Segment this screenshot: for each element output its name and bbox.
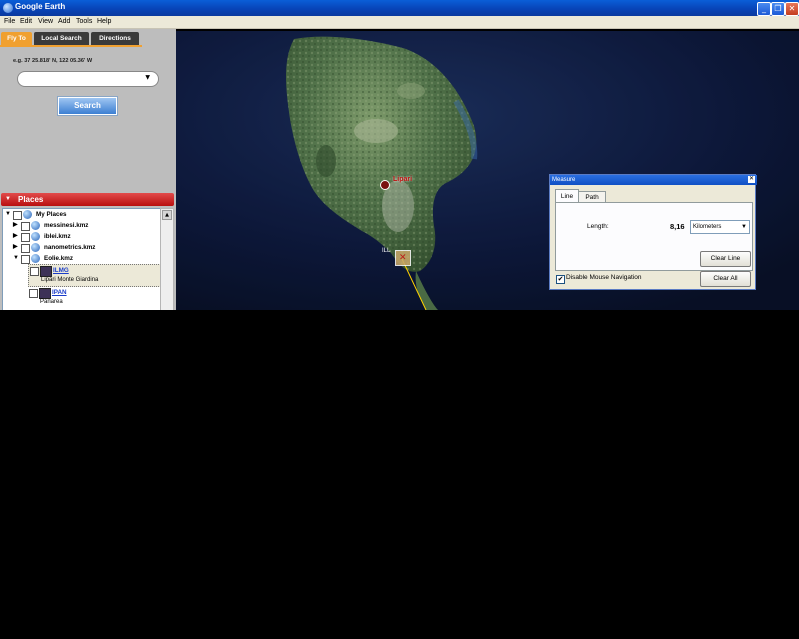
- search-button[interactable]: Search: [57, 96, 118, 116]
- places-header-label: Places: [18, 195, 44, 204]
- tree-item-link[interactable]: IPAN: [52, 287, 67, 298]
- expand-right-icon[interactable]: ▶: [13, 231, 18, 242]
- menu-help[interactable]: Help: [97, 18, 111, 25]
- places-header[interactable]: ▼ Places: [1, 193, 174, 206]
- tree-item-ipan[interactable]: IPAN Panarea: [28, 287, 161, 310]
- close-button[interactable]: ✕: [785, 2, 799, 16]
- checkbox[interactable]: [21, 244, 30, 253]
- kmz-globe-icon: [31, 232, 40, 241]
- tree-item-description: Lipari Monte Giardina: [41, 277, 99, 283]
- tree-item-label: messinesi.kmz: [44, 222, 89, 229]
- tree-item-messinesi[interactable]: ▶ messinesi.kmz: [3, 220, 159, 231]
- placemark-icon[interactable]: [380, 180, 390, 190]
- checkbox[interactable]: [30, 267, 39, 276]
- length-value: 8,16: [670, 222, 685, 231]
- tab-directions[interactable]: Directions: [91, 32, 139, 45]
- minimize-button[interactable]: _: [757, 2, 771, 16]
- tree-item-link[interactable]: ILMG: [53, 265, 69, 276]
- station-label: ILL: [382, 248, 391, 254]
- tab-line[interactable]: Line: [555, 189, 579, 203]
- unit-select-value: Kilometers: [693, 224, 722, 230]
- expand-right-icon[interactable]: ▶: [13, 220, 18, 231]
- disable-nav-label: Disable Mouse Navigation: [566, 274, 642, 281]
- menu-view[interactable]: View: [38, 18, 53, 25]
- place-label[interactable]: Lipari: [393, 176, 412, 183]
- expand-down-icon[interactable]: ▼: [5, 209, 11, 220]
- length-label: Length:: [587, 223, 609, 230]
- google-earth-icon: [3, 3, 13, 13]
- menu-add[interactable]: Add: [58, 18, 70, 25]
- maximize-button[interactable]: ❐: [771, 2, 785, 16]
- chevron-down-icon[interactable]: ▼: [741, 221, 747, 234]
- measure-title: Measure: [552, 177, 576, 183]
- places-tree: ▼ My Places ▶ messinesi.kmz ▶ iblei.kmz …: [2, 208, 162, 312]
- chevron-down-icon[interactable]: ▼: [145, 74, 150, 81]
- measure-dialog: Measure ✕ Line Path Length: 8,16 Kilomet…: [549, 174, 757, 290]
- unit-select[interactable]: Kilometers ▼: [690, 220, 750, 234]
- station-thumbnail-icon: [39, 288, 51, 299]
- folder-globe-icon: [23, 210, 32, 219]
- tree-item-iblei[interactable]: ▶ iblei.kmz: [3, 231, 159, 242]
- expand-down-icon[interactable]: ▼: [13, 253, 19, 264]
- left-panel: Fly To Local Search Directions e.g. 37 2…: [0, 29, 176, 312]
- tab-local-search[interactable]: Local Search: [34, 32, 89, 45]
- collapse-triangle-icon[interactable]: ▼: [5, 193, 11, 206]
- tree-item-nanometrics[interactable]: ▶ nanometrics.kmz: [3, 242, 159, 253]
- checkbox[interactable]: [21, 233, 30, 242]
- menu-file[interactable]: File: [4, 18, 15, 25]
- tree-item-description: Panarea: [40, 299, 63, 305]
- station-marker-icon[interactable]: ✕: [395, 250, 411, 266]
- kmz-globe-icon: [31, 254, 40, 263]
- tree-item-label: iblei.kmz: [44, 233, 71, 240]
- checkbox[interactable]: [21, 255, 30, 264]
- scroll-up-icon[interactable]: ▲: [162, 210, 172, 220]
- tree-item-label: nanometrics.kmz: [44, 244, 96, 251]
- tree-item-eolie[interactable]: ▼ Eolie.kmz: [3, 253, 159, 264]
- tree-item-label: Eolie.kmz: [44, 255, 74, 262]
- clear-line-button[interactable]: Clear Line: [700, 251, 751, 267]
- search-hint: e.g. 37 25.818' N, 122 05.36' W: [13, 58, 93, 64]
- disable-nav-checkbox[interactable]: ✔: [556, 275, 565, 284]
- measure-panel: Length: 8,16 Kilometers ▼ Clear Line: [555, 202, 753, 271]
- tab-fly-to[interactable]: Fly To: [1, 32, 32, 45]
- menu-tools[interactable]: Tools: [76, 18, 92, 25]
- menu-bar: File Edit View Add Tools Help: [0, 16, 799, 29]
- empty-area: [0, 310, 799, 639]
- tree-item-my-places[interactable]: ▼ My Places: [3, 209, 159, 220]
- menu-edit[interactable]: Edit: [20, 18, 32, 25]
- places-scrollbar[interactable]: ▲: [160, 208, 174, 312]
- tree-item-ilmg[interactable]: ILMG Lipari Monte Giardina: [28, 264, 161, 287]
- measure-point-icon: ✕: [399, 253, 407, 263]
- checkbox[interactable]: [21, 222, 30, 231]
- fly-to-input[interactable]: ▼: [17, 71, 159, 87]
- tab-underline: [0, 45, 142, 47]
- station-thumbnail-icon: [40, 266, 52, 277]
- kmz-globe-icon: [31, 221, 40, 230]
- kmz-globe-icon: [31, 243, 40, 252]
- checkbox[interactable]: [13, 211, 22, 220]
- tree-item-label: My Places: [36, 211, 67, 218]
- expand-right-icon[interactable]: ▶: [13, 242, 18, 253]
- measure-titlebar[interactable]: Measure ✕: [550, 175, 757, 185]
- title-bar: Google Earth _ ❐ ✕: [0, 0, 799, 16]
- checkbox[interactable]: [29, 289, 38, 298]
- clear-all-button[interactable]: Clear All: [700, 271, 751, 287]
- close-icon[interactable]: ✕: [748, 176, 755, 183]
- window-title: Google Earth: [15, 2, 66, 11]
